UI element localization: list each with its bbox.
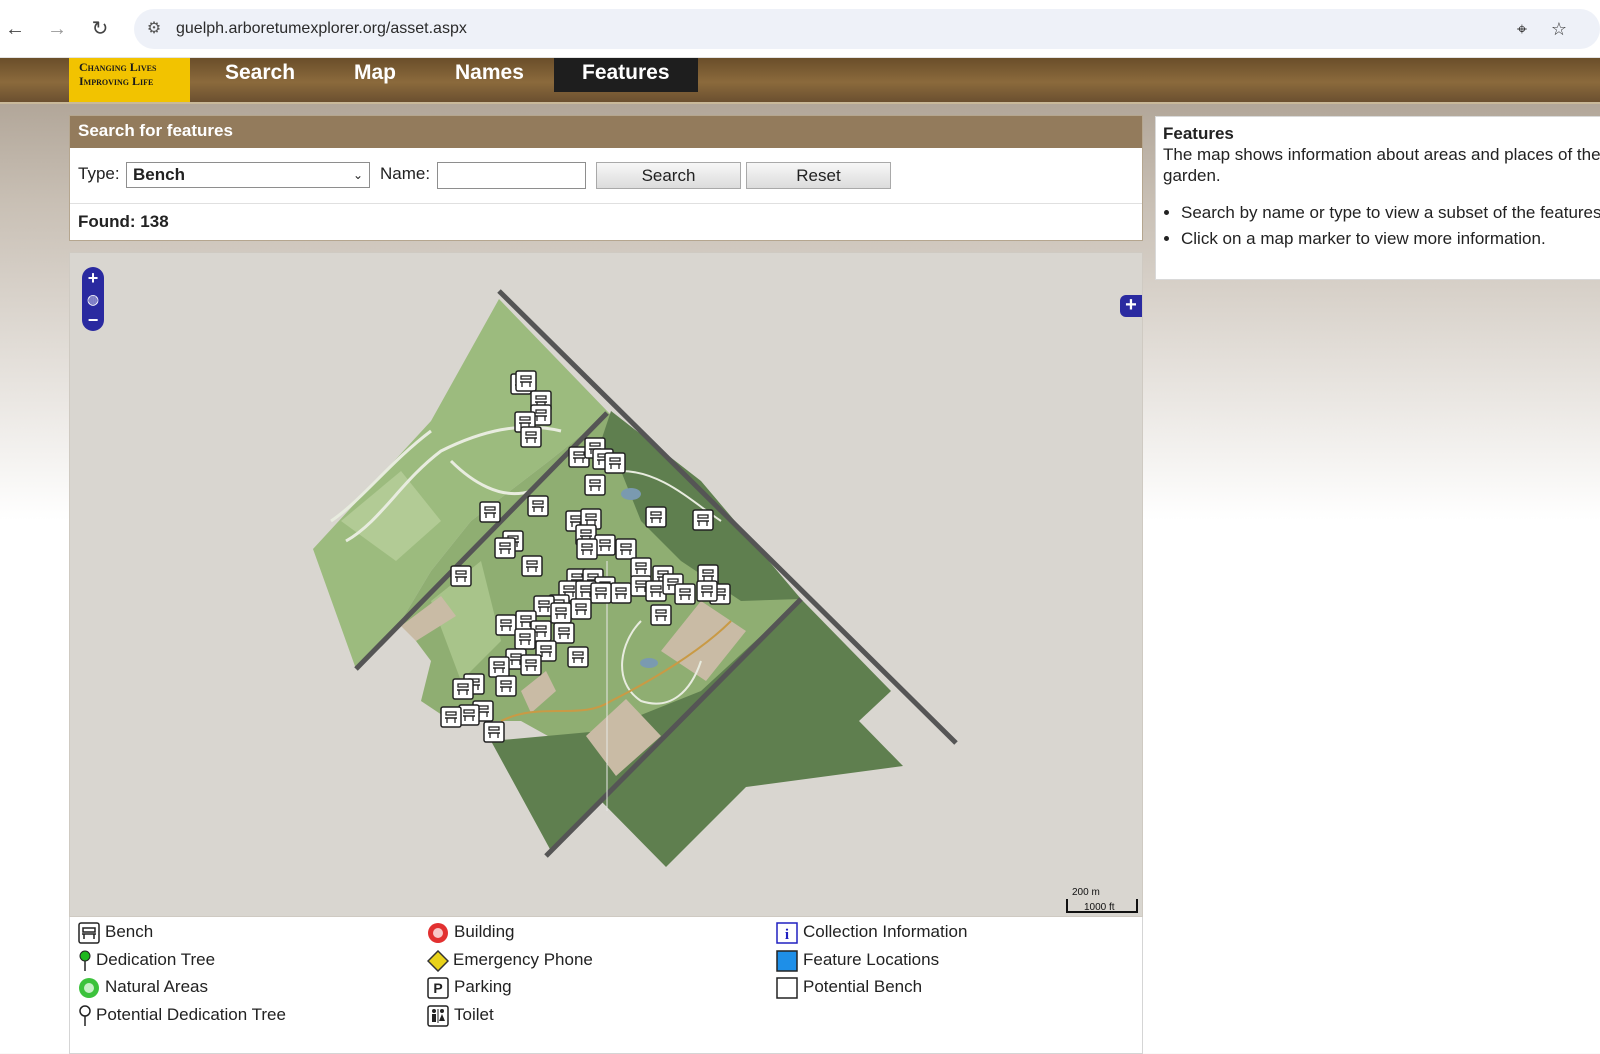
bench-marker-icon[interactable] [488, 656, 510, 678]
scale-metric: 200 m [1072, 887, 1100, 898]
bench-marker-icon[interactable] [479, 501, 501, 523]
search-panel-title: Search for features [70, 116, 1142, 148]
type-label: Type: [78, 164, 120, 183]
bench-marker-icon[interactable] [630, 557, 652, 579]
scale-bar: 200 m 1000 ft [1066, 885, 1140, 915]
bench-marker-icon[interactable] [570, 598, 592, 620]
info-bullet: Search by name or type to view a subset … [1181, 200, 1600, 226]
browser-chrome: ← → ↻ ⚙ guelph.arboretumexplorer.org/ass… [0, 0, 1600, 58]
map-pond [640, 658, 658, 668]
bench-marker-icon[interactable] [527, 495, 549, 517]
globe-icon[interactable]: ◍ [82, 289, 104, 309]
parking-icon: P [427, 977, 449, 999]
blue-square-icon [776, 950, 798, 972]
info-icon: i [776, 922, 798, 944]
type-select[interactable]: Bench ⌄ [126, 162, 370, 188]
bench-marker-icon[interactable] [458, 704, 480, 726]
search-panel: Search for features Type: Bench ⌄ Name: … [69, 115, 1143, 241]
green-pin-icon [78, 950, 92, 972]
nav-map[interactable]: Map [326, 58, 424, 92]
bench-marker-icon[interactable] [645, 506, 667, 528]
reload-icon[interactable]: ↻ [85, 14, 115, 44]
bench-marker-icon[interactable] [610, 582, 632, 604]
svg-text:i: i [785, 927, 789, 943]
location-pin-icon[interactable]: ⌖ [1511, 18, 1533, 40]
bench-marker-icon[interactable] [692, 509, 714, 531]
bench-marker-icon[interactable] [495, 614, 517, 636]
bench-marker-icon[interactable] [576, 538, 598, 560]
url-text[interactable]: guelph.arboretumexplorer.org/asset.aspx [176, 20, 467, 38]
chevron-down-icon: ⌄ [352, 168, 363, 182]
name-label: Name: [380, 164, 431, 183]
bench-marker-icon[interactable] [550, 602, 572, 624]
bench-marker-icon[interactable] [520, 654, 542, 676]
nav-features[interactable]: Features [554, 58, 698, 92]
expand-panel-icon[interactable]: + [1120, 295, 1142, 317]
bench-marker-icon[interactable] [450, 565, 472, 587]
yellow-diamond-icon [426, 949, 450, 973]
info-bullets: Search by name or type to view a subset … [1181, 200, 1600, 252]
bench-marker-icon[interactable] [584, 474, 606, 496]
bench-marker-icon[interactable] [452, 678, 474, 700]
map-canvas[interactable] [70, 253, 1143, 917]
site-header: Changing Lives Improving Life Search Map… [0, 58, 1600, 104]
bench-marker-icon[interactable] [440, 706, 462, 728]
bench-marker-icon[interactable] [604, 452, 626, 474]
bench-marker-icon[interactable] [514, 628, 536, 650]
bench-marker-icon[interactable] [521, 555, 543, 577]
bench-marker-icon[interactable] [553, 622, 575, 644]
info-panel: Features The map shows information about… [1155, 116, 1600, 280]
search-button[interactable]: Search [596, 162, 741, 189]
info-text: The map shows information about areas an… [1163, 145, 1600, 185]
bench-marker-icon[interactable] [515, 370, 537, 392]
scale-imperial: 1000 ft [1084, 902, 1115, 913]
bench-marker-icon[interactable] [696, 580, 718, 602]
logo[interactable]: Changing Lives Improving Life [69, 58, 190, 102]
bench-marker-icon[interactable] [674, 583, 696, 605]
info-title: Features [1163, 124, 1234, 143]
map-pond [621, 488, 641, 500]
nav-names[interactable]: Names [427, 58, 552, 92]
bench-marker-icon[interactable] [567, 646, 589, 668]
name-input[interactable] [437, 162, 586, 189]
white-square-icon [776, 977, 798, 999]
zoom-in-icon[interactable]: + [82, 268, 104, 288]
bookmark-star-icon[interactable]: ☆ [1548, 18, 1570, 40]
map-view[interactable]: + ◍ − + 200 m 1000 ft [69, 252, 1143, 917]
forward-arrow-icon[interactable]: → [42, 14, 72, 44]
logo-line-2: Improving Life [79, 74, 154, 88]
red-circle-icon [427, 922, 449, 944]
green-circle-icon [78, 977, 100, 999]
svg-text:P: P [433, 980, 442, 996]
bench-marker-icon[interactable] [650, 604, 672, 626]
bench-marker-icon[interactable] [594, 534, 616, 556]
address-bar[interactable]: ⚙ guelph.arboretumexplorer.org/asset.asp… [134, 9, 1600, 49]
bench-marker-icon[interactable] [494, 537, 516, 559]
site-info-icon[interactable]: ⚙ [144, 19, 164, 39]
zoom-control: + ◍ − [82, 267, 104, 331]
type-select-value: Bench [133, 165, 185, 184]
search-form: Type: Bench ⌄ Name: Search Reset [70, 148, 1142, 204]
info-bullet: Click on a map marker to view more infor… [1181, 226, 1600, 252]
zoom-out-icon[interactable]: − [82, 310, 104, 330]
toilet-icon [427, 1005, 449, 1027]
bench-marker-icon[interactable] [520, 426, 542, 448]
found-count: Found: 138 [78, 212, 169, 231]
back-arrow-icon[interactable]: ← [0, 14, 30, 44]
bench-marker-icon[interactable] [590, 582, 612, 604]
reset-button[interactable]: Reset [746, 162, 891, 189]
nav-search[interactable]: Search [197, 58, 323, 92]
bench-marker-icon[interactable] [615, 538, 637, 560]
logo-line-1: Changing Lives [79, 60, 157, 74]
white-pin-icon [78, 1005, 92, 1027]
map-legend: Bench Dedication Tree Natural Areas Pote… [69, 917, 1143, 1054]
bench-icon [78, 922, 100, 944]
bench-marker-icon[interactable] [495, 675, 517, 697]
bench-marker-icon[interactable] [483, 721, 505, 743]
